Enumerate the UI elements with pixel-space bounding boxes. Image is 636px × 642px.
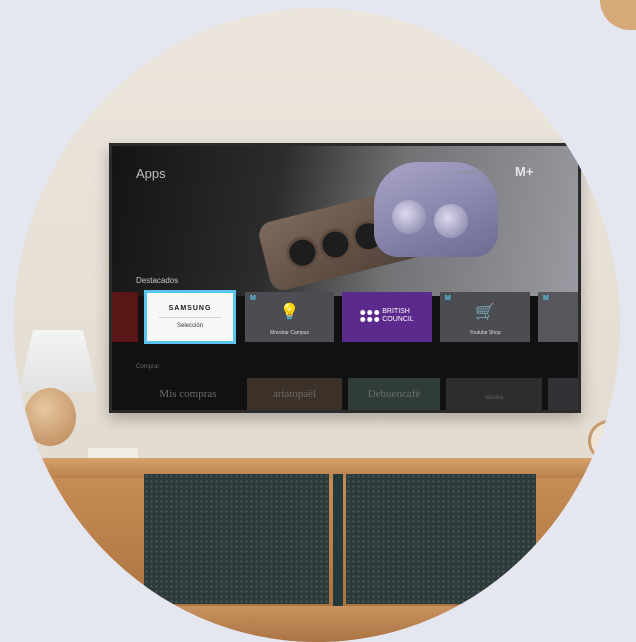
- tile-label: Selección: [176, 323, 203, 329]
- tile-label: Movistar Campus: [270, 330, 309, 336]
- photo-circle: Apps Lun 11:07 M+ Destacados 1 de 9 SAMS…: [14, 8, 620, 642]
- tv-clock: Lun 11:07: [457, 170, 484, 176]
- movistar-badge-icon: M: [543, 295, 549, 302]
- tile-label: Youtube Shop: [469, 330, 501, 336]
- tile-label: Mis compras: [159, 388, 217, 400]
- console-mesh-door: [144, 474, 329, 604]
- console-mesh-door: [346, 474, 536, 604]
- tile-label: ARUMA: [484, 396, 504, 401]
- camera-lens: [283, 233, 322, 273]
- row2-tile[interactable]: [548, 378, 578, 410]
- tile-label: Debuencafé: [367, 388, 421, 400]
- british-council-dots-icon: [360, 310, 380, 322]
- featured-tile-youtube-shop[interactable]: M 🛒 Youtube Shop: [440, 292, 530, 342]
- second-section-label: Comprar: [136, 364, 160, 370]
- row2-tile[interactable]: Debuencafé: [348, 378, 440, 410]
- movistar-badge-icon: M: [445, 295, 451, 302]
- featured-tile-samsung[interactable]: SAMSUNG Selección: [144, 290, 236, 344]
- television: Apps Lun 11:07 M+ Destacados 1 de 9 SAMS…: [109, 143, 581, 413]
- earbud: [392, 200, 426, 234]
- camera-lens: [316, 225, 355, 264]
- tv-page-title: Apps: [136, 166, 166, 181]
- british-council-logo: BRITISH COUNCIL: [360, 308, 414, 324]
- tv-header-divider: [506, 166, 507, 180]
- samsung-logo: SAMSUNG: [168, 305, 212, 312]
- tile-label: BRITISH COUNCIL: [382, 308, 414, 323]
- featured-section-label: Destacados: [136, 276, 179, 285]
- tile-label: ariatopaël: [272, 388, 317, 400]
- movistar-plus-logo: M+: [515, 164, 534, 179]
- row2-tile[interactable]: Mis compras: [132, 378, 244, 410]
- tv-hero-banner: [112, 146, 578, 296]
- featured-tile-british-council[interactable]: BRITISH COUNCIL: [342, 292, 432, 342]
- featured-tile-partial[interactable]: M: [538, 292, 578, 342]
- movistar-badge-icon: M: [250, 295, 256, 302]
- lamp-base: [24, 388, 76, 446]
- floor: [14, 606, 620, 642]
- featured-tile-movistar-campus[interactable]: M 💡 Movistar Campus: [245, 292, 334, 342]
- featured-tile-partial[interactable]: [112, 292, 138, 342]
- row2-tile[interactable]: ARUMA: [446, 378, 542, 410]
- earbuds-case-image: [374, 162, 498, 257]
- cart-icon: 🛒: [475, 304, 495, 321]
- tile-divider: [159, 317, 221, 318]
- lightbulb-icon: 💡: [279, 304, 300, 321]
- featured-count: 1 de 9: [517, 278, 534, 284]
- row2-tile[interactable]: ariatopaël: [247, 378, 342, 410]
- earbud: [434, 204, 468, 238]
